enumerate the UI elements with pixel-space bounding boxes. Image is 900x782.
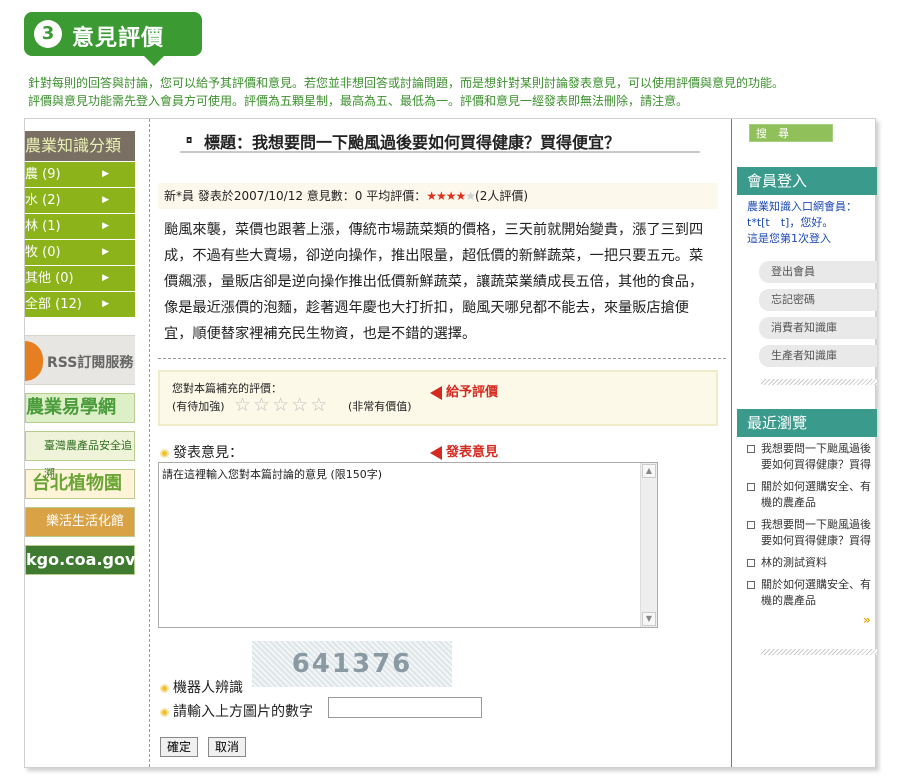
category-item[interactable]: 農 (9) ▶ xyxy=(25,162,135,187)
step-number-badge: 3 xyxy=(34,20,62,48)
banner-agri-learning[interactable]: 農業易學網 xyxy=(25,393,135,423)
captcha-input[interactable] xyxy=(328,697,482,718)
category-item[interactable]: 全部 (12) ▶ xyxy=(25,292,135,317)
topic-body: 颱風來襲，菜價也跟著上漲，傳統市場蔬菜類的價格，三天前就開始變貴，漲了三到四成，… xyxy=(164,222,704,342)
category-item[interactable]: 牧 (0) ▶ xyxy=(25,240,135,265)
producer-knowledge-button[interactable]: 生產者知識庫 xyxy=(759,345,877,367)
recent-list: 我想要問一下颱風過後要如何買得健康？買得便宜？ 關於如何選購安全、有機的農產品 … xyxy=(747,441,877,615)
page-frame: 農業知識分類 農 (9) ▶ 水 (2) ▶ 林 (1) ▶ 牧 (0) ▶ 其他 (0… xyxy=(24,118,877,768)
recent-item[interactable]: 關於如何選購安全、有機的農產品 xyxy=(747,479,877,511)
arrow-right-icon: ▶ xyxy=(102,169,109,179)
topic-title: 標題：我想要問一下颱風過後要如何買得健康？買得便宜？ xyxy=(204,129,620,153)
category-item[interactable]: 水 (2) ▶ xyxy=(25,188,135,213)
category-item[interactable]: 林 (1) ▶ xyxy=(25,214,135,239)
average-rating-stars-icon: ★★★★★ xyxy=(426,189,476,203)
arrow-right-icon: ▶ xyxy=(102,247,109,257)
rss-subscribe-link[interactable]: RSS訂閱服務 xyxy=(25,335,135,385)
rating-low-label: (有待加強) xyxy=(172,400,225,413)
rating-stars: ☆☆☆☆☆ xyxy=(234,394,329,416)
topic-meta: 新*員 發表於2007/10/12 意見數：0 平均評價：★★★★★(2人評價) xyxy=(158,183,718,209)
section-title: 意見評價 xyxy=(72,26,165,51)
intro-line-1: 針對每則的回答與討論，您可以給予其評價和意見。若您並非想回答或討論問題，而是想針… xyxy=(28,76,785,90)
welcome-line: 這是您第1次登入 xyxy=(747,232,831,245)
divider xyxy=(158,358,726,359)
section-header-tab: 3 意見評價 xyxy=(24,12,202,66)
member-welcome: 農業知識入口網會員： t*t[t t]，您好。 這是您第1次登入 xyxy=(747,199,857,247)
recent-item[interactable]: 關於如何選購安全、有機的農產品 xyxy=(747,577,877,609)
star-icon[interactable]: ☆ xyxy=(291,394,310,416)
intro-text: 針對每則的回答與討論，您可以給予其評價和意見。若您並非想回答或討論問題，而是想針… xyxy=(28,74,888,110)
rating-annotation-text: 給予評價 xyxy=(446,385,499,400)
welcome-line: 農業知識入口網會員： xyxy=(747,200,857,213)
category-label: 水 (2) xyxy=(25,193,61,208)
category-label: 農 (9) xyxy=(25,167,61,182)
scroll-up-icon[interactable]: ▲ xyxy=(642,464,656,478)
captcha-label: 請輸入上方圖片的數字 xyxy=(160,701,313,721)
recent-item[interactable]: 我想要問一下颱風過後要如何買得健康？買得便宜？ xyxy=(747,441,877,473)
rating-count: (2人評價) xyxy=(475,189,529,203)
login-heading: 會員登入 xyxy=(737,167,877,195)
logout-button[interactable]: 登出會員 xyxy=(759,261,877,283)
captcha-label-text: 請輸入上方圖片的數字 xyxy=(173,704,313,720)
divider-stripe xyxy=(761,379,877,385)
arrow-right-icon: ▶ xyxy=(102,273,109,283)
bullet-icon xyxy=(160,448,169,458)
category-label: 牧 (0) xyxy=(25,245,61,260)
banner-traceability[interactable]: 臺灣農產品安全追溯 xyxy=(25,431,135,480)
star-icon[interactable]: ☆ xyxy=(310,394,329,416)
bullet-icon xyxy=(160,707,169,717)
intro-line-2: 評價與意見功能需先登入會員方可使用。評價為五顆星制，最高為五、最低為一。評價和意… xyxy=(28,94,689,108)
comment-scrollbar[interactable]: ▲ ▼ xyxy=(640,463,657,627)
comment-label: 發表意見： xyxy=(160,442,243,462)
comment-textarea[interactable]: 請在這裡輸入您對本篇討論的意見 (限150字) xyxy=(158,462,658,628)
captcha-image: 641376 xyxy=(252,641,452,687)
category-label: 全部 (12) xyxy=(25,297,82,312)
submit-button[interactable]: 確定 xyxy=(160,737,199,757)
rating-annotation: 給予評價 xyxy=(430,381,498,400)
main-content: ◘ 標題：我想要問一下颱風過後要如何買得健康？買得便宜？ 新*員 發表於2007… xyxy=(149,119,732,767)
tab-pointer xyxy=(144,56,164,66)
left-sidebar: 農業知識分類 農 (9) ▶ 水 (2) ▶ 林 (1) ▶ 牧 (0) ▶ 其他 (0… xyxy=(25,131,163,575)
consumer-knowledge-button[interactable]: 消費者知識庫 xyxy=(759,317,877,339)
search-button[interactable]: 搜 尋 xyxy=(749,124,833,142)
banner-kgo-site[interactable]: kgo.coa.gov.tw xyxy=(25,545,163,575)
divider-stripe xyxy=(761,649,877,655)
arrow-left-icon xyxy=(430,385,442,400)
welcome-line: t*t[t t]，您好。 xyxy=(747,216,834,229)
robot-check-label: 機器人辨識 xyxy=(160,677,243,697)
cancel-button[interactable]: 取消 xyxy=(208,737,247,757)
rss-label: RSS訂閱服務 xyxy=(47,355,134,371)
scroll-down-icon[interactable]: ▼ xyxy=(642,612,656,626)
topic-title-text: 我想要問一下颱風過後要如何買得健康？買得便宜？ xyxy=(252,133,621,152)
star-icon[interactable]: ☆ xyxy=(272,394,291,416)
rating-high-label: (非常有價值) xyxy=(348,400,412,413)
category-label: 其他 (0) xyxy=(25,271,74,286)
more-link[interactable]: » xyxy=(863,613,871,627)
bullet-icon xyxy=(160,683,169,693)
forgot-password-button[interactable]: 忘記密碼 xyxy=(759,289,877,311)
square-bullet-icon: ◘ xyxy=(186,136,193,145)
rss-icon xyxy=(25,341,43,381)
comment-annotation-text: 發表意見 xyxy=(446,445,499,460)
arrow-right-icon: ▶ xyxy=(102,221,109,231)
topic-header: ◘ 標題：我想要問一下颱風過後要如何買得健康？買得便宜？ xyxy=(180,127,700,153)
arrow-left-icon xyxy=(430,445,442,460)
star-icon[interactable]: ☆ xyxy=(253,394,272,416)
category-heading: 農業知識分類 xyxy=(25,131,135,161)
comment-annotation: 發表意見 xyxy=(430,441,498,460)
category-label: 林 (1) xyxy=(25,219,61,234)
star-icon[interactable]: ☆ xyxy=(234,394,253,416)
topic-title-prefix: 標題： xyxy=(204,133,253,152)
banner-lohas[interactable]: 樂活生活化館 xyxy=(25,507,135,537)
comment-label-text: 發表意見： xyxy=(173,445,243,461)
recent-item[interactable]: 我想要問一下颱風過後要如何買得健康？買得便宜？ xyxy=(747,517,877,549)
arrow-right-icon: ▶ xyxy=(102,299,109,309)
meta-text: 新*員 發表於2007/10/12 意見數：0 平均評價： xyxy=(164,189,427,203)
banner-botanical-garden[interactable]: 台北植物園 xyxy=(25,469,135,499)
arrow-right-icon: ▶ xyxy=(102,195,109,205)
recent-heading: 最近瀏覽 xyxy=(737,409,877,437)
robot-check-text: 機器人辨識 xyxy=(173,680,243,696)
category-item[interactable]: 其他 (0) ▶ xyxy=(25,266,135,291)
recent-item[interactable]: 林的測試資料 xyxy=(747,555,877,571)
